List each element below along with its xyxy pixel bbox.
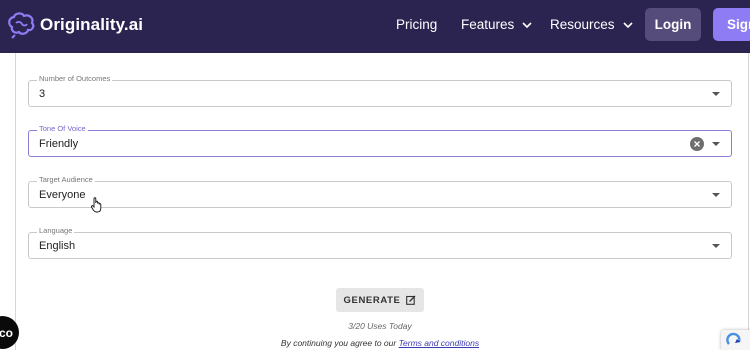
terms-notice: By continuing you agree to our Terms and…	[0, 338, 750, 348]
chevron-down-icon	[522, 21, 532, 28]
brain-logo-icon	[8, 12, 35, 39]
site-header: Originality.ai Pricing Features Resource…	[0, 0, 750, 53]
nav-features-label: Features	[461, 17, 515, 32]
terms-link[interactable]: Terms and conditions	[399, 338, 479, 348]
edit-icon	[406, 295, 416, 305]
field-label: Target Audience	[37, 175, 95, 185]
field-value: 3	[39, 88, 46, 100]
field-label: Tone Of Voice	[37, 124, 88, 134]
recaptcha-badge	[721, 330, 750, 350]
hand-cursor-icon	[90, 197, 102, 213]
nav-pricing[interactable]: Pricing	[396, 17, 437, 32]
dropdown-arrow-icon[interactable]	[712, 142, 720, 146]
field-value: Everyone	[39, 189, 86, 201]
generate-button[interactable]: GENERATE	[336, 288, 424, 312]
content-frame-right	[748, 53, 749, 350]
usage-counter: 3/20 Uses Today	[348, 321, 412, 331]
tone-of-voice-select[interactable]: Tone Of Voice Friendly	[28, 124, 732, 157]
dropdown-arrow-icon[interactable]	[712, 244, 720, 248]
field-value: English	[39, 240, 76, 252]
clear-icon[interactable]	[690, 137, 704, 151]
field-value: Friendly	[39, 138, 79, 150]
nav-features[interactable]: Features	[461, 17, 532, 32]
nav-resources-label: Resources	[550, 17, 615, 32]
login-button[interactable]: Login	[645, 8, 701, 41]
target-audience-select[interactable]: Target Audience Everyone	[28, 175, 732, 208]
recaptcha-icon	[726, 332, 741, 345]
sign-up-button[interactable]: Sign	[713, 8, 750, 41]
chevron-down-icon	[622, 21, 633, 28]
brand-logo[interactable]: Originality.ai	[6, 11, 143, 39]
language-select[interactable]: Language English	[28, 226, 732, 259]
nav-pricing-label: Pricing	[396, 17, 438, 32]
field-label: Number of Outcomes	[37, 74, 113, 84]
generate-label: GENERATE	[343, 294, 401, 306]
brand-name: Originality.ai	[40, 15, 144, 34]
number-of-outcomes-select[interactable]: Number of Outcomes 3	[28, 74, 732, 107]
terms-prefix: By continuing you agree to our	[280, 338, 399, 348]
nav-resources[interactable]: Resources	[550, 17, 633, 32]
field-label: Language	[37, 226, 75, 236]
content-frame-left	[15, 53, 16, 350]
dropdown-arrow-icon[interactable]	[712, 193, 720, 197]
dropdown-arrow-icon[interactable]	[712, 92, 720, 96]
